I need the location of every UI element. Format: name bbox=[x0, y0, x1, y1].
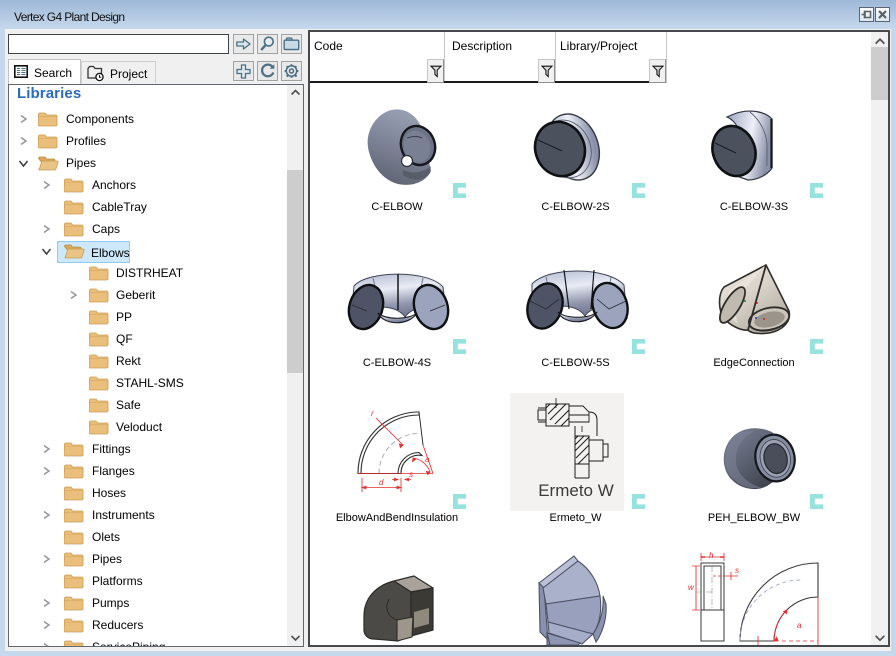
svg-text:w: w bbox=[688, 583, 695, 592]
svg-text:s: s bbox=[409, 470, 413, 479]
svg-text:s: s bbox=[735, 566, 739, 575]
svg-text:r: r bbox=[371, 409, 374, 418]
svg-text:Ermeto W: Ermeto W bbox=[538, 481, 614, 500]
svg-text:a: a bbox=[425, 455, 430, 464]
svg-text:h: h bbox=[709, 551, 714, 560]
svg-text:d: d bbox=[379, 478, 384, 487]
svg-text:a: a bbox=[797, 621, 802, 630]
